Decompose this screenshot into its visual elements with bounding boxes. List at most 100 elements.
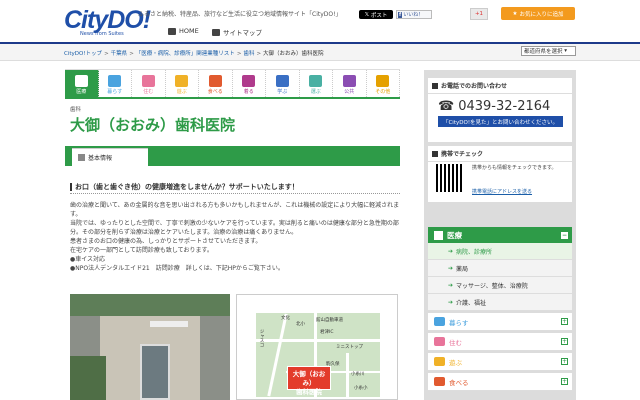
send-address-link[interactable]: 携帯電話にアドレスを送る <box>472 188 532 195</box>
mobile-box: 携帯でチェック 携帯からも情報をチェックできます。 携帯電話にアドレスを送る <box>428 146 572 202</box>
category-label: 医療 <box>76 89 87 95</box>
menu-category-label: 住む <box>449 338 462 347</box>
mobile-text: 携帯からも情報をチェックできます。 <box>472 165 557 171</box>
citydo-inquiry-note: 「CityDO!を見た」とお問い合わせください。 <box>438 116 563 127</box>
clinic-photo <box>70 294 230 400</box>
phone-box: お電話でのお問い合わせ ☎ 0439-32-2164 「CityDO!を見た」とお… <box>428 78 572 142</box>
menu-category[interactable]: 暮らす + <box>428 313 572 331</box>
x-post-button[interactable]: 𝕏 ポスト <box>359 10 393 19</box>
breadcrumb-current: 大御（おおみ）歯科医院 <box>263 51 324 57</box>
menu-category[interactable]: 遊ぶ + <box>428 353 572 371</box>
category-icon <box>376 75 390 87</box>
menu-sub-item[interactable]: ➔ 病院、診療所 <box>428 243 572 260</box>
category-icon <box>434 337 445 346</box>
menu-category[interactable]: 食べる + <box>428 373 572 391</box>
category-label: 公共 <box>344 89 355 95</box>
medical-icon <box>434 230 443 240</box>
body-line: ●車イス対応 <box>70 256 106 263</box>
mobile-heading: 携帯でチェック <box>428 146 572 162</box>
category-label: 暮らす <box>107 89 123 95</box>
heading-bar-icon <box>70 182 72 191</box>
site-header: CityDO! News from Suites ふるさと納税、特産品、旅行など… <box>0 0 640 46</box>
body-line: 患者さまのお口の健康の為、しっかりとサポートさせていただきます。 <box>70 238 262 245</box>
breadcrumb-item[interactable]: 千葉県 <box>111 51 128 57</box>
collapse-icon: − <box>561 231 568 239</box>
category-tab[interactable]: 着る <box>233 70 266 97</box>
facebook-icon: f <box>398 11 403 18</box>
category-icon <box>434 317 445 326</box>
menu-sub-item[interactable]: ➔ 薬局 <box>428 260 572 277</box>
map-label: ミニストップ <box>336 345 363 350</box>
category-tab[interactable]: 公共 <box>333 70 367 97</box>
menu-category-label: 遊ぶ <box>449 358 462 367</box>
nav-home-label: HOME <box>179 27 199 35</box>
breadcrumb: CityDO!トップ > 千葉県 > 「医療・病院、診療所」関連業種リスト > 歯科 > 大御（… <box>64 51 324 57</box>
logo-subtitle: News from Suites <box>80 31 124 37</box>
mobile-icon <box>432 150 438 157</box>
category-underline <box>65 97 400 99</box>
category-icon <box>74 75 88 87</box>
add-favorite-button[interactable]: ★ お気に入りに追加 <box>501 7 575 20</box>
menu-sub-item[interactable]: ➔ 介護、福祉 <box>428 294 572 311</box>
category-tab[interactable]: 暮らす <box>99 70 132 97</box>
small-category: 歯科 <box>70 107 82 113</box>
body-line: 歯の治療と聞いて、あの金属的な音を思い出される方も多いかもしれませんが、これは機… <box>70 202 400 218</box>
category-icon <box>208 75 222 87</box>
arrow-right-icon: ➔ <box>448 247 454 255</box>
category-label: 住む <box>143 89 154 95</box>
arrow-right-icon: ➔ <box>448 298 454 306</box>
breadcrumb-item[interactable]: 「医療・病院、診療所」関連業種リスト <box>136 51 235 57</box>
page-title: 大御（おおみ）歯科医院 <box>70 116 236 134</box>
category-icon <box>242 75 256 87</box>
category-icon <box>141 75 155 87</box>
phone-heading-icon <box>432 82 438 89</box>
map-label: 君津IC <box>320 330 334 335</box>
map-label: 北小 <box>296 322 305 327</box>
arrow-right-icon: ➔ <box>448 264 454 272</box>
category-icon <box>275 75 289 87</box>
category-label: その他 <box>375 89 391 95</box>
breadcrumb-item[interactable]: 歯科 <box>243 51 254 57</box>
category-icon <box>309 75 323 87</box>
menu-category[interactable]: 住む + <box>428 333 572 351</box>
category-label: 遊ぶ <box>176 89 187 95</box>
description-body: 歯の治療と聞いて、あの金属的な音を思い出される方も多いかもしれませんが、これは機… <box>70 201 400 273</box>
breadcrumb-item[interactable]: CityDO!トップ <box>64 51 102 57</box>
gplus-button[interactable]: +1 <box>470 8 488 20</box>
map-label: 館山自動車道 <box>316 318 343 323</box>
category-tab[interactable]: 学ぶ <box>266 70 300 97</box>
category-tab[interactable]: 選ぶ <box>300 70 333 97</box>
expand-icon: + <box>561 318 568 325</box>
qr-code <box>436 164 464 192</box>
prefecture-select[interactable]: 都道府県を選択 ▾ <box>521 46 576 56</box>
tab-basic-info[interactable]: 基本情報 <box>72 148 148 166</box>
category-icon <box>175 75 189 87</box>
category-tab[interactable]: 住む <box>132 70 166 97</box>
category-icon <box>434 357 445 366</box>
menu-sub-item[interactable]: ➔ マッサージ、整体、治療院 <box>428 277 572 294</box>
map-pin-label: 大御（おおみ） 歯科医院 <box>287 366 331 396</box>
map-label: ジャスコ <box>259 329 264 347</box>
menu-category-label: 食べる <box>449 378 469 387</box>
nav-home-link[interactable]: HOME <box>168 27 199 35</box>
expand-icon: + <box>561 358 568 365</box>
map-label: 小糸小 <box>354 386 368 391</box>
home-icon <box>168 27 176 35</box>
expand-icon: + <box>561 378 568 385</box>
category-icon <box>342 75 356 87</box>
category-tab[interactable]: 医療 <box>65 70 99 97</box>
body-line: 在宅ケアの一部門として訪問診療も致しております。 <box>70 247 213 254</box>
nav-sitemap-link[interactable]: サイトマップ <box>212 27 262 37</box>
facebook-like-button[interactable]: f いいね！ <box>396 10 432 19</box>
menu-medical-head[interactable]: 医療 − <box>428 227 572 243</box>
category-icon <box>108 75 122 87</box>
menu-category-label: 暮らす <box>449 318 469 327</box>
star-icon: ★ <box>512 10 518 17</box>
category-tab[interactable]: 食べる <box>199 70 233 97</box>
category-tab[interactable]: その他 <box>367 70 400 97</box>
map-label: 文化 <box>281 316 290 321</box>
category-tab[interactable]: 遊ぶ <box>166 70 199 97</box>
category-icon <box>434 377 445 386</box>
map-label: 小糸川 <box>351 372 365 377</box>
phone-number: ☎ 0439-32-2164 <box>438 99 551 114</box>
